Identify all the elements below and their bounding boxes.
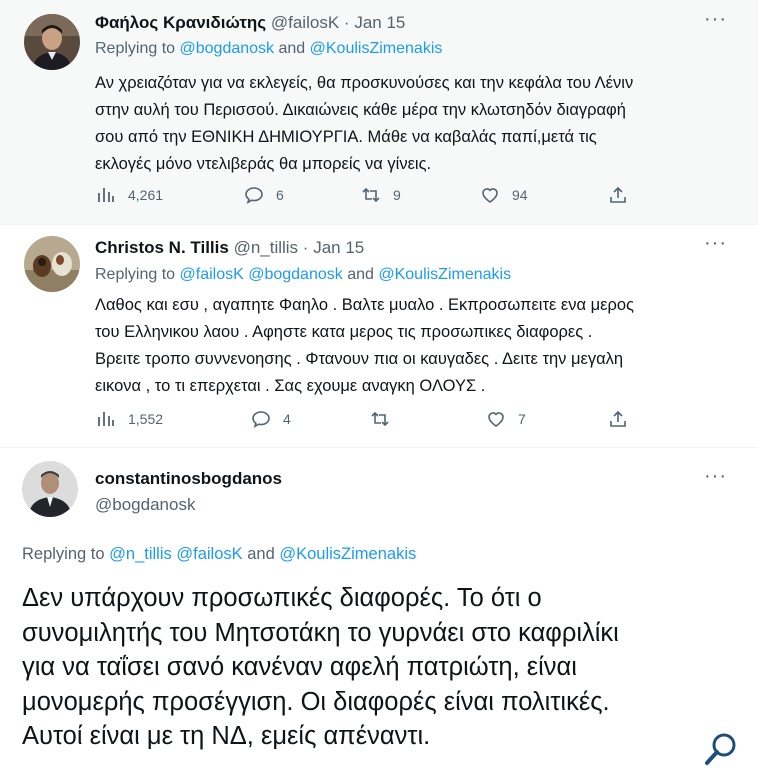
text-line: στην αυλή του Περισσού. Δικαιώνεις κάθε …	[95, 101, 626, 119]
joiner: and	[247, 545, 275, 563]
joiner: and	[347, 266, 374, 283]
share-icon	[610, 410, 626, 427]
retweet-icon	[371, 411, 389, 427]
timestamp[interactable]: Jan 15	[354, 13, 405, 32]
tweet-text: Αν χρειαζόταν για να εκλεγείς, θα προσκυ…	[95, 70, 633, 178]
retweet-count: 9	[393, 187, 401, 203]
more-icon[interactable]: ···	[704, 466, 727, 486]
like-button[interactable]: 7	[486, 409, 526, 429]
mention[interactable]: @KoulisZimenakis	[378, 266, 511, 283]
reply-icon	[252, 411, 270, 428]
replying-to: Replying to @bogdanosk and @KoulisZimena…	[95, 40, 442, 58]
avatar[interactable]	[24, 14, 80, 70]
text-line: εκλογές μόνο ντελιβεράς θα μπορείς να γί…	[95, 155, 432, 173]
share-button[interactable]	[608, 185, 640, 205]
tweet-failosk[interactable]: Φαήλος Κρανιδιώτης @failosK · Jan 15 ···…	[0, 0, 758, 225]
mention[interactable]: @bogdanosk	[180, 40, 275, 57]
mention[interactable]: @failosK	[176, 545, 242, 563]
more-icon[interactable]: ···	[704, 9, 727, 29]
reply-icon	[245, 187, 263, 204]
action-bar: 4,261 6 9 94	[96, 185, 656, 209]
text-line: για να ταΐσει σανό κανέναν αφελή πατριώτ…	[22, 653, 577, 681]
reply-count: 6	[276, 187, 284, 203]
more-icon[interactable]: ···	[704, 233, 727, 253]
share-icon	[610, 186, 626, 203]
text-line: εικονα , το τι επερχεται . Σας εχουμε αν…	[95, 377, 486, 395]
display-name[interactable]: Christos N. Tillis	[95, 238, 229, 257]
replying-label: Replying to	[95, 40, 176, 57]
views-button[interactable]: 1,552	[96, 409, 163, 429]
views-icon	[98, 188, 114, 202]
replying-label: Replying to	[95, 266, 176, 283]
text-line: μονομερής προσέγγιση. Οι διαφορές είναι …	[22, 687, 610, 716]
zoom-icon[interactable]	[704, 732, 738, 771]
handle[interactable]: @n_tillis	[234, 238, 299, 257]
avatar[interactable]	[24, 236, 80, 292]
retweet-button[interactable]	[370, 409, 402, 429]
retweet-button[interactable]: 9	[361, 185, 401, 205]
mention[interactable]: @bogdanosk	[248, 266, 343, 283]
separator: ·	[302, 238, 309, 257]
reply-count: 4	[283, 411, 291, 427]
views-count: 1,552	[128, 411, 164, 427]
replying-label: Replying to	[22, 545, 105, 563]
like-count: 94	[512, 187, 528, 203]
tweet-header: Φαήλος Κρανιδιώτης @failosK · Jan 15	[95, 13, 405, 33]
avatar[interactable]	[22, 461, 78, 517]
timestamp[interactable]: Jan 15	[313, 238, 364, 257]
tweet-header: constantinosbogdanos @bogdanosk	[95, 469, 282, 515]
joiner: and	[278, 40, 306, 57]
text-line: Δεν υπάρχουν προσωπικές διαφορές. Το ότι…	[22, 584, 542, 612]
replying-to: Replying to @n_tillis @failosK and @Koul…	[22, 545, 416, 564]
text-line: Βρειτε τροπο συννενοησης . Φτανουν πια ο…	[95, 350, 624, 368]
display-name[interactable]: Φαήλος Κρανιδιώτης	[95, 13, 266, 32]
text-line: Αυτοί είναι με τη ΝΔ, εμείς απέναντι.	[22, 722, 431, 750]
handle[interactable]: @failosK	[271, 13, 339, 32]
text-line: συνομιλητής του Μητσοτάκη το γυρνάει στο…	[22, 618, 619, 647]
reply-button[interactable]: 4	[251, 409, 291, 429]
mention[interactable]: @n_tillis	[109, 545, 172, 563]
handle[interactable]: @bogdanosk	[95, 495, 282, 515]
views-count: 4,261	[128, 187, 164, 203]
text-line: του Ελληνικου λαου . Αφηστε κατα μερος τ…	[95, 323, 593, 341]
replying-to: Replying to @failosK @bogdanosk and @Kou…	[95, 266, 511, 284]
like-icon	[488, 412, 504, 427]
mention[interactable]: @KoulisZimenakis	[310, 40, 443, 57]
like-count: 7	[518, 411, 526, 427]
mention[interactable]: @failosK	[180, 266, 244, 283]
text-line: Λαθος και εσυ , αγαπητε Φαηλο . Βαλτε μυ…	[95, 296, 635, 314]
text-line: σου από την ΕΘΝΙΚΗ ΔΗΜΙΟΥΡΓΙΑ. Μάθε να κ…	[95, 128, 597, 146]
views-button[interactable]: 4,261	[96, 185, 163, 205]
separator: ·	[343, 13, 350, 32]
like-button[interactable]: 94	[480, 185, 528, 205]
share-button[interactable]	[608, 409, 640, 429]
tweet-text: Λαθος και εσυ , αγαπητε Φαηλο . Βαλτε μυ…	[95, 292, 634, 400]
retweet-icon	[362, 187, 380, 203]
action-bar: 1,552 4 7	[96, 409, 656, 433]
like-icon	[482, 188, 498, 203]
mention[interactable]: @KoulisZimenakis	[279, 545, 416, 563]
tweet-text: Δεν υπάρχουν προσωπικές διαφορές. Το ότι…	[22, 581, 742, 754]
reply-button[interactable]: 6	[244, 185, 284, 205]
text-line: Αν χρειαζόταν για να εκλεγείς, θα προσκυ…	[95, 74, 634, 92]
views-icon	[98, 412, 114, 426]
tweet-bogdanosk-focused: constantinosbogdanos @bogdanosk ··· Repl…	[0, 449, 758, 767]
tweet-header: Christos N. Tillis @n_tillis · Jan 15	[95, 238, 364, 258]
tweet-n-tillis[interactable]: Christos N. Tillis @n_tillis · Jan 15 ··…	[0, 226, 758, 448]
display-name[interactable]: constantinosbogdanos	[95, 469, 282, 489]
